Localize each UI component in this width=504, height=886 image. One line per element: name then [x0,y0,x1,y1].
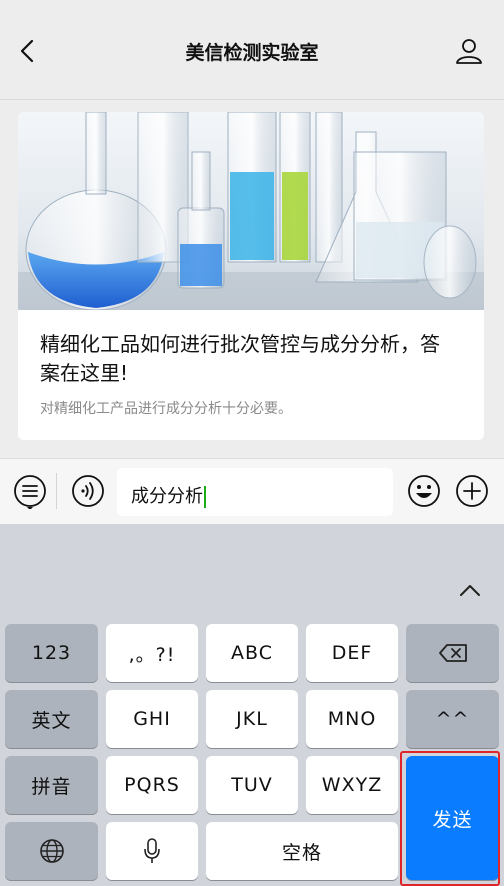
key-abc[interactable]: ABC [206,624,298,682]
key-def[interactable]: DEF [306,624,398,682]
globe-icon [39,839,64,863]
voice-icon[interactable] [70,473,106,509]
candidate-bar [0,524,504,560]
key-english[interactable]: 英文 [5,690,98,748]
key-pqrs[interactable]: PQRS [106,756,198,814]
nav-bar: 美信检测实验室 [0,0,504,100]
key-jkl[interactable]: JKL [206,690,298,748]
message-input[interactable]: 成分分析 [117,468,393,516]
space-key[interactable]: 空格 [206,822,398,880]
message-input-bar: 成分分析 [0,458,504,524]
key-mno[interactable]: MNO [306,690,398,748]
key-ghi[interactable]: GHI [106,690,198,748]
menu-list-icon[interactable] [12,473,48,509]
user-icon[interactable] [454,36,484,66]
plus-icon[interactable] [454,473,490,509]
key-tuv[interactable]: TUV [206,756,298,814]
key-emoticon[interactable]: ^^ [406,690,499,748]
page-title: 美信检测实验室 [185,42,319,64]
send-highlight-box [400,751,500,886]
text-caret [204,486,206,508]
article-card[interactable]: 精细化工品如何进行批次管控与成分分析，答案在这里! 对精细化工产品进行成分分析十… [18,112,484,440]
microphone-icon [144,838,160,863]
key-123[interactable]: 123 [5,624,98,682]
backspace-icon [438,644,467,662]
message-input-text: 成分分析 [131,486,203,507]
key-punctuation[interactable]: ,。?! [106,624,198,682]
keyboard: 123 ,。?! ABC DEF 英文 GHI JKL MNO ^^ 拼音 PQ… [0,524,504,886]
chat-area: 精细化工品如何进行批次管控与成分分析，答案在这里! 对精细化工产品进行成分分析十… [0,100,504,458]
article-cover-image [18,112,484,310]
globe-key[interactable] [5,822,98,880]
dictation-key[interactable] [106,822,198,880]
article-description: 对精细化工产品进行成分分析十分必要。 [40,401,292,417]
article-title: 精细化工品如何进行批次管控与成分分析，答案在这里! [40,332,440,385]
emoji-icon[interactable] [406,473,442,509]
divider [56,473,57,509]
key-pinyin[interactable]: 拼音 [5,756,98,814]
chevron-up-icon[interactable] [458,582,482,598]
backspace-key[interactable] [406,624,499,682]
key-wxyz[interactable]: WXYZ [306,756,398,814]
